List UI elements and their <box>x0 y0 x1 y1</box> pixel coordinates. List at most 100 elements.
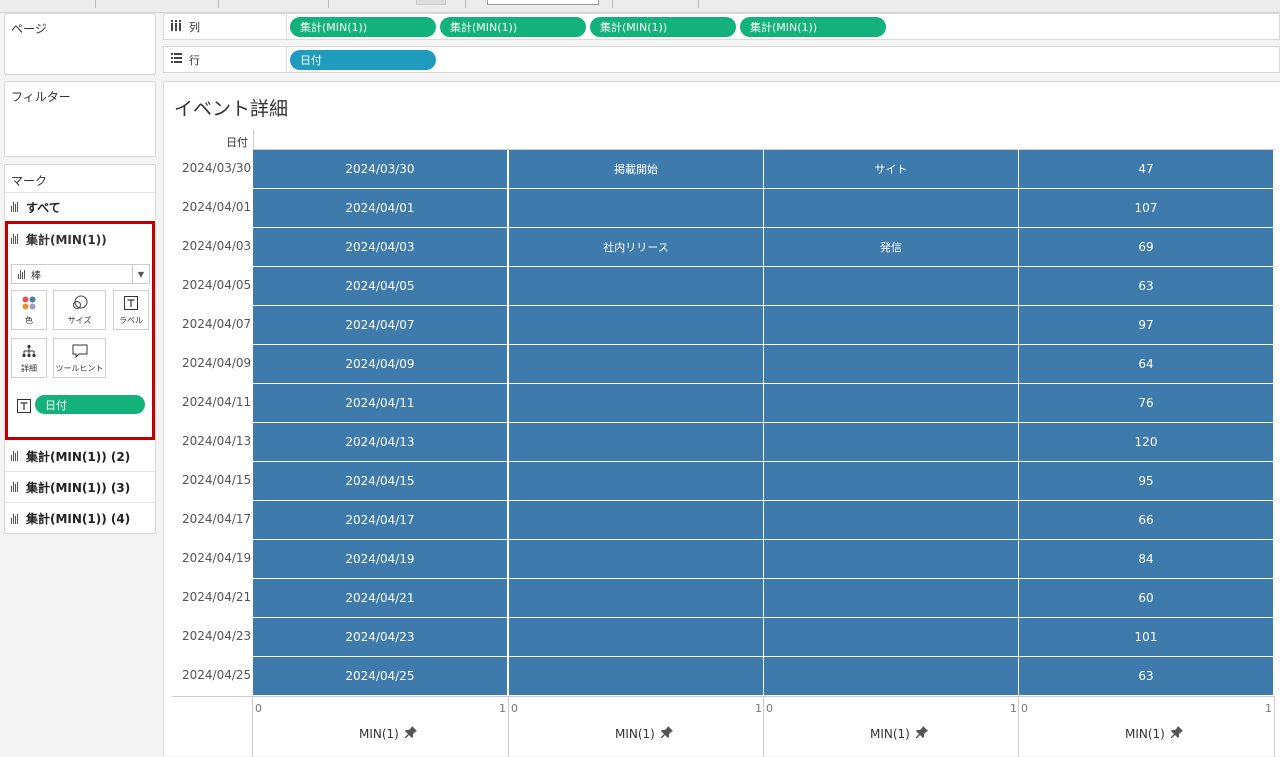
bar-cell[interactable] <box>764 579 1018 617</box>
bar-cell[interactable]: 2024/04/11 <box>253 384 507 422</box>
pages-panel[interactable]: ページ <box>4 13 156 75</box>
bar-cell[interactable]: サイト <box>764 150 1018 188</box>
pin-icon[interactable] <box>404 726 417 741</box>
columns-shelf-label-area: 列 <box>164 14 287 39</box>
axis-title-label: MIN(1) <box>359 726 399 741</box>
row-date-label: 2024/04/19 <box>182 551 252 565</box>
bar-cell[interactable]: 2024/04/09 <box>253 345 507 383</box>
bar-cell[interactable]: 60 <box>1019 579 1273 617</box>
bar-cell[interactable] <box>764 267 1018 305</box>
bar-cell[interactable]: 発信 <box>764 228 1018 266</box>
column-pill-4[interactable]: 集計(MIN(1)) <box>740 16 886 37</box>
label-button[interactable]: ラベル <box>113 290 149 330</box>
bar-cell[interactable]: 47 <box>1019 150 1273 188</box>
bar-cell[interactable]: 2024/04/15 <box>253 462 507 500</box>
bar-cell[interactable]: 107 <box>1019 189 1273 227</box>
row-date-label: 2024/04/17 <box>182 512 252 526</box>
marks-card-3[interactable]: 集計(MIN(1)) (3) <box>5 472 155 503</box>
chevron-down-icon[interactable]: ▼ <box>132 265 149 283</box>
bar-cell[interactable] <box>764 501 1018 539</box>
bar-cell[interactable]: 2024/04/25 <box>253 657 507 695</box>
bar-cell[interactable] <box>509 501 763 539</box>
mark-type-dropdown[interactable]: 棒 ▼ <box>11 264 150 284</box>
tooltip-button[interactable]: ツールヒント <box>53 338 106 378</box>
detail-button[interactable]: 詳細 <box>11 338 47 378</box>
bar-cell[interactable]: 社内リリース <box>509 228 763 266</box>
marks-card-4[interactable]: 集計(MIN(1)) (4) <box>5 503 155 534</box>
bar-cell[interactable] <box>509 423 763 461</box>
column-pill-1[interactable]: 集計(MIN(1)) <box>290 16 436 37</box>
bar-cell[interactable]: 2024/04/21 <box>253 579 507 617</box>
axis-title[interactable]: MIN(1) <box>870 726 928 741</box>
view-title: イベント詳細 <box>174 98 289 120</box>
bar-cell[interactable]: 2024/04/19 <box>253 540 507 578</box>
row-date-label: 2024/03/30 <box>182 161 252 175</box>
rows-shelf[interactable]: 行 日付 <box>163 46 1280 73</box>
bar-cell[interactable] <box>764 423 1018 461</box>
bar-cell[interactable]: 2024/04/13 <box>253 423 507 461</box>
columns-shelf[interactable]: 列 集計(MIN(1)) 集計(MIN(1)) 集計(MIN(1)) 集計(MI… <box>163 13 1280 40</box>
column-pill-3[interactable]: 集計(MIN(1)) <box>590 16 736 37</box>
bar-cell[interactable] <box>509 267 763 305</box>
axis-title[interactable]: MIN(1) <box>359 726 417 741</box>
selected-marks-card[interactable]: 集計(MIN(1)) 棒 ▼ 色 サイズ ラベル 詳細 ツールヒント 日付 <box>5 221 155 440</box>
bar-cell[interactable]: 84 <box>1019 540 1273 578</box>
bar-cell[interactable] <box>509 189 763 227</box>
bar-cell[interactable]: 2024/03/30 <box>253 150 507 188</box>
bar-cell[interactable] <box>509 618 763 656</box>
bar-cell[interactable] <box>764 345 1018 383</box>
bar-cell[interactable]: 66 <box>1019 501 1273 539</box>
bar-cell[interactable]: 120 <box>1019 423 1273 461</box>
bar-cell[interactable]: 2024/04/05 <box>253 267 507 305</box>
filters-panel[interactable]: フィルター <box>4 81 156 157</box>
bar-cell[interactable]: 69 <box>1019 228 1273 266</box>
bar-cell[interactable]: 2024/04/01 <box>253 189 507 227</box>
bar-cell[interactable]: 95 <box>1019 462 1273 500</box>
color-button[interactable]: 色 <box>11 290 47 330</box>
bar-cell[interactable]: 2024/04/17 <box>253 501 507 539</box>
bar-cell[interactable] <box>509 345 763 383</box>
bar-cell[interactable] <box>509 579 763 617</box>
row-date-label: 2024/04/05 <box>182 278 252 292</box>
bar-cell[interactable]: 掲載開始 <box>509 150 763 188</box>
column-pill-2[interactable]: 集計(MIN(1)) <box>440 16 586 37</box>
pin-icon[interactable] <box>1170 726 1183 741</box>
rows-shelf-label-area: 行 <box>164 47 287 72</box>
bar-cell[interactable] <box>509 540 763 578</box>
row-date-label: 2024/04/01 <box>182 200 252 214</box>
bar-cell[interactable] <box>764 462 1018 500</box>
bar-cell[interactable] <box>509 657 763 695</box>
bar-cell[interactable]: 2024/04/07 <box>253 306 507 344</box>
marks-card-2[interactable]: 集計(MIN(1)) (2) <box>5 441 155 472</box>
bar-cell[interactable] <box>509 462 763 500</box>
bar-cell[interactable] <box>764 189 1018 227</box>
bar-cell[interactable] <box>764 540 1018 578</box>
axis-tick-min: 0 <box>511 702 518 715</box>
marks-all-row[interactable]: すべて <box>5 193 155 222</box>
pin-icon[interactable] <box>915 726 928 741</box>
bar-cell[interactable] <box>509 306 763 344</box>
bar-cell[interactable]: 63 <box>1019 657 1273 695</box>
bar-cell[interactable] <box>509 384 763 422</box>
label-field-pill[interactable]: 日付 <box>35 395 145 414</box>
selected-marks-header[interactable]: 集計(MIN(1)) <box>8 224 152 254</box>
bar-cell[interactable] <box>764 306 1018 344</box>
bar-cell[interactable] <box>764 657 1018 695</box>
bar-cell[interactable]: 63 <box>1019 267 1273 305</box>
row-pill-date[interactable]: 日付 <box>290 49 436 70</box>
search-box-fragment[interactable] <box>487 0 599 5</box>
bar-cell[interactable]: 101 <box>1019 618 1273 656</box>
bar-cell[interactable] <box>764 618 1018 656</box>
bar-cell[interactable]: 2024/04/03 <box>253 228 507 266</box>
pin-icon[interactable] <box>660 726 673 741</box>
axis-divider-right <box>1274 696 1275 757</box>
size-button[interactable]: サイズ <box>53 290 106 330</box>
tooltip-button-label: ツールヒント <box>55 364 104 373</box>
bar-cell[interactable]: 97 <box>1019 306 1273 344</box>
bar-cell[interactable] <box>764 384 1018 422</box>
bar-cell[interactable]: 2024/04/23 <box>253 618 507 656</box>
bar-cell[interactable]: 64 <box>1019 345 1273 383</box>
bar-cell[interactable]: 76 <box>1019 384 1273 422</box>
axis-title[interactable]: MIN(1) <box>1125 726 1183 741</box>
axis-title[interactable]: MIN(1) <box>615 726 673 741</box>
